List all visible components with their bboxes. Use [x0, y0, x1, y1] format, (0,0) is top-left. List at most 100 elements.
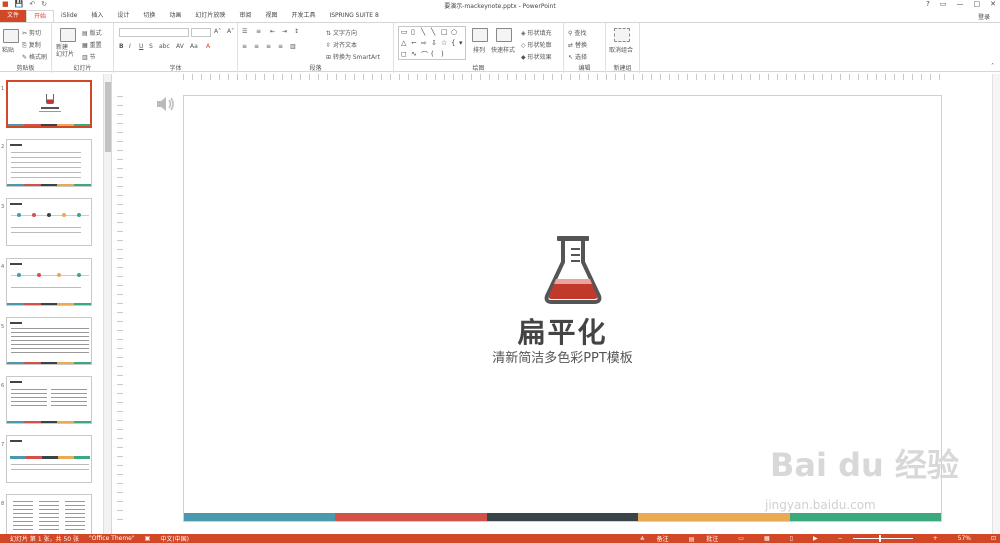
tab-transitions[interactable]: 切换 — [136, 10, 162, 22]
paste-icon[interactable] — [3, 29, 19, 43]
tab-islide[interactable]: iSlide — [54, 10, 84, 22]
tab-design[interactable]: 设计 — [110, 10, 136, 22]
ribbon-display-button[interactable]: ▭ — [940, 0, 947, 8]
tab-ispring[interactable]: ISPRING SUITE 8 — [322, 10, 385, 22]
find-button[interactable]: ⚲ 查找 — [568, 28, 586, 37]
layout-button[interactable]: ▤ 版式 — [82, 28, 102, 37]
bracket-r-shape-icon[interactable]: ) — [441, 50, 444, 58]
slide-thumbnail[interactable] — [6, 258, 92, 306]
char-spacing-icon[interactable]: AV — [176, 43, 184, 50]
tab-review[interactable]: 审阅 — [232, 10, 258, 22]
tab-home[interactable]: 开始 — [26, 10, 55, 22]
normal-view-icon[interactable]: ▭ — [738, 535, 744, 542]
slide-thumbnail[interactable] — [6, 198, 92, 246]
thumbnails-scrollbar[interactable] — [103, 74, 111, 534]
line-spacing-icon[interactable]: ↕ — [294, 28, 299, 35]
bullets-icon[interactable]: ☰ — [242, 28, 247, 35]
grow-font-icon[interactable]: A˄ — [214, 28, 221, 35]
arrange-icon[interactable] — [472, 28, 488, 42]
bracket-shape-icon[interactable]: ( — [431, 50, 434, 58]
scrollbar-thumb[interactable] — [105, 82, 111, 152]
editor-scrollbar[interactable] — [992, 74, 1000, 534]
slide-title[interactable]: 扁平化 — [184, 311, 941, 351]
help-button[interactable]: ? — [926, 0, 930, 8]
zoom-out-icon[interactable]: − — [838, 535, 843, 542]
gallery-more-icon[interactable]: ▾ — [459, 39, 463, 47]
select-button[interactable]: ↖ 选择 — [568, 52, 587, 61]
decrease-indent-icon[interactable]: ⇤ — [270, 28, 275, 35]
format-painter-button[interactable]: ✎ 格式刷 — [22, 52, 47, 61]
cut-button[interactable]: ✂ 剪切 — [22, 28, 41, 37]
ungroup-icon[interactable] — [614, 28, 630, 42]
italic-icon[interactable]: I — [129, 43, 131, 50]
tab-view[interactable]: 视图 — [258, 10, 284, 22]
quick-styles-icon[interactable] — [496, 28, 512, 42]
curve-shape-icon[interactable]: ⌒ — [421, 50, 428, 60]
numbering-icon[interactable]: ≡ — [256, 28, 261, 35]
paste-button[interactable]: 粘贴 — [2, 45, 14, 54]
shapes-gallery[interactable]: ▭ ▯ ╲ ╲ □ ○ △ ⌐ ⇨ ⇩ ☆ { ◻ ∿ ⌒ ( ) ▾ — [398, 26, 466, 60]
reset-button[interactable]: ▦ 重置 — [82, 40, 102, 49]
tab-file[interactable]: 文件 — [0, 10, 27, 22]
proofing-icon[interactable]: ▣ — [145, 535, 151, 542]
align-right-icon[interactable]: ≡ — [266, 43, 271, 50]
line2-shape-icon[interactable]: ╲ — [431, 28, 435, 36]
align-center-icon[interactable]: ≡ — [254, 43, 259, 50]
increase-indent-icon[interactable]: ⇥ — [282, 28, 287, 35]
change-case-icon[interactable]: Aa — [190, 43, 198, 50]
triangle-shape-icon[interactable]: △ — [401, 39, 406, 47]
zoom-slider-handle[interactable] — [878, 535, 881, 542]
shadow-icon[interactable]: S — [149, 43, 153, 50]
shrink-font-icon[interactable]: A˅ — [227, 28, 234, 35]
slideshow-icon[interactable]: ▶ — [813, 535, 818, 542]
slide-subtitle[interactable]: 清新简洁多色彩PPT模板 — [184, 347, 941, 366]
align-text-button[interactable]: ⇳ 对齐文本 — [326, 40, 357, 49]
textbox-shape-icon[interactable]: ▭ — [401, 28, 408, 36]
fit-slide-icon[interactable]: ⊡ — [991, 535, 996, 542]
comments-button[interactable]: ▤ 批注 — [689, 534, 719, 543]
arrow-down-shape-icon[interactable]: ⇩ — [431, 39, 437, 47]
collapse-ribbon-icon[interactable]: ˄ — [991, 63, 994, 70]
shape-effects-button[interactable]: ◆ 形状效果 — [521, 52, 552, 61]
font-size-field[interactable] — [191, 28, 211, 37]
maximize-button[interactable]: □ — [974, 0, 981, 8]
strikethrough-icon[interactable]: abc — [159, 43, 170, 50]
zoom-in-icon[interactable]: + — [933, 535, 938, 542]
zoom-slider[interactable] — [852, 535, 913, 542]
tab-insert[interactable]: 插入 — [84, 10, 110, 22]
shape-outline-button[interactable]: ◇ 形状轮廓 — [521, 40, 552, 49]
tab-animations[interactable]: 动画 — [162, 10, 188, 22]
callout-shape-icon[interactable]: ◻ — [401, 50, 407, 58]
slide-thumbnail[interactable] — [6, 376, 92, 424]
reading-view-icon[interactable]: ▯ — [790, 535, 793, 542]
wave-shape-icon[interactable]: ∿ — [411, 50, 417, 58]
shape-fill-button[interactable]: ◈ 形状填充 — [521, 28, 552, 37]
align-left-icon[interactable]: ≡ — [242, 43, 247, 50]
slide-thumbnail[interactable] — [6, 317, 92, 365]
quick-styles-button[interactable]: 快速样式 — [491, 45, 515, 54]
slide-thumbnail[interactable] — [6, 139, 92, 187]
notes-button[interactable]: ≜ 备注 — [640, 534, 669, 543]
slide-thumbnail[interactable] — [6, 80, 92, 128]
line-shape-icon[interactable]: ╲ — [421, 28, 425, 36]
new-slide-icon[interactable] — [60, 28, 76, 42]
columns-icon[interactable]: ▥ — [290, 43, 296, 50]
arrange-button[interactable]: 排列 — [473, 45, 485, 54]
text-direction-button[interactable]: ⇅ 文字方向 — [326, 28, 357, 37]
new-slide-button[interactable]: 新建 幻灯片 — [56, 44, 74, 58]
underline-icon[interactable]: U — [139, 43, 143, 50]
language-status[interactable]: 中文(中国) — [160, 534, 189, 543]
close-button[interactable]: ✕ — [990, 0, 996, 8]
font-name-field[interactable] — [119, 28, 189, 37]
tab-slideshow[interactable]: 幻灯片放映 — [188, 10, 232, 22]
replace-button[interactable]: ⇄ 替换 — [568, 40, 587, 49]
speaker-icon[interactable] — [155, 95, 177, 113]
slide-thumbnail[interactable] — [6, 435, 92, 483]
brace-shape-icon[interactable]: { — [451, 39, 455, 47]
slide-sorter-icon[interactable]: ▦ — [764, 535, 770, 542]
arrow-right-shape-icon[interactable]: ⇨ — [421, 39, 427, 47]
copy-button[interactable]: ⎘ 复制 — [22, 40, 41, 50]
minimize-button[interactable]: — — [957, 0, 964, 8]
section-button[interactable]: ▥ 节 — [82, 52, 96, 61]
tab-developer[interactable]: 开发工具 — [284, 10, 322, 22]
